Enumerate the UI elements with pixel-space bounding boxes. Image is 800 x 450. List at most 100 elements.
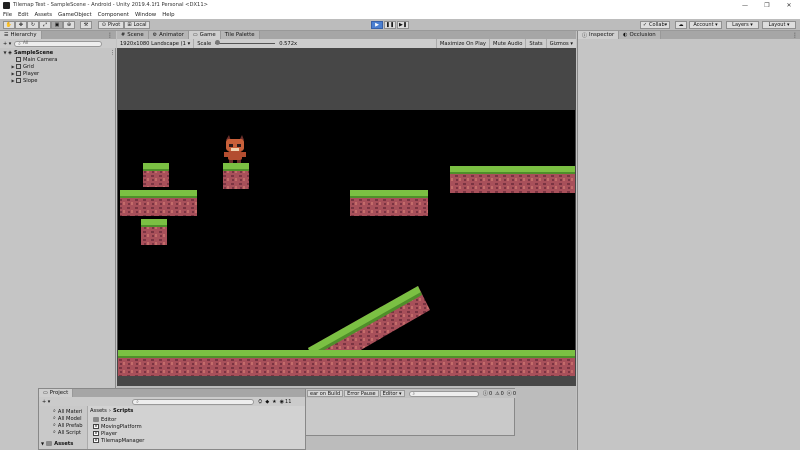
close-button[interactable]: ✕	[778, 0, 800, 10]
breadcrumb: Assets › Scripts	[90, 407, 133, 414]
tab-hierarchy[interactable]: ☰ Hierarchy	[0, 31, 42, 39]
log-info-icon[interactable]: ⓘ	[483, 390, 488, 397]
hierarchy-item-main-camera[interactable]: Main Camera	[16, 56, 57, 63]
hierarchy-search-input[interactable]: ⌕ All	[14, 40, 103, 47]
favorite-item[interactable]: ⌕ All Materi	[53, 408, 82, 415]
transform-tool-button[interactable]: ⊕	[63, 21, 75, 29]
occlusion-icon: ◐	[623, 32, 628, 38]
search-icon: ⌕	[136, 399, 139, 405]
menu-edit[interactable]: Edit	[18, 12, 28, 18]
tab-inspector[interactable]: ⓘ Inspector	[578, 31, 620, 39]
local-toggle[interactable]: ⊞ Local	[124, 21, 150, 29]
menu-file[interactable]: File	[3, 12, 12, 18]
menu-gameobject[interactable]: GameObject	[58, 12, 92, 18]
hierarchy-tab-label: Hierarchy	[10, 32, 37, 38]
rotate-icon: ↻	[30, 22, 36, 28]
game-screen[interactable]	[118, 110, 575, 376]
filter-label-icon[interactable]: ◆	[265, 399, 269, 405]
hierarchy-item-grid[interactable]: ▶ Grid	[11, 63, 33, 70]
tab-project[interactable]: ▭ Project	[39, 389, 74, 397]
favorite-item[interactable]: ⌕ All Model	[53, 415, 82, 422]
rect-tool-button[interactable]: ▣	[51, 21, 63, 29]
project-file-item[interactable]: # Player	[93, 430, 117, 437]
account-dropdown[interactable]: Account ▾	[689, 21, 722, 29]
panel-menu-icon[interactable]: ⋮	[107, 32, 113, 39]
project-file-item[interactable]: Editor	[93, 416, 116, 423]
project-content-area: Assets › Scripts Editor # MovingPlatform …	[87, 406, 305, 449]
scale-control[interactable]: Scale 0.572x	[194, 39, 300, 48]
step-button[interactable]: ▶❚	[397, 21, 409, 29]
editor-dropdown[interactable]: Editor ▾	[379, 390, 405, 397]
tab-scene[interactable]: # Scene	[117, 31, 149, 39]
search-icon: ⌕	[53, 422, 56, 428]
favorite-label: All Script	[57, 429, 82, 436]
cloud-button[interactable]: ☁	[675, 21, 687, 29]
collab-dropdown[interactable]: ✓ Collab ▾	[640, 21, 670, 29]
scene-menu-icon[interactable]: ⋮	[110, 50, 115, 56]
console-search-input[interactable]: ⌕	[408, 390, 479, 397]
move-tool-button[interactable]: ✥	[15, 21, 27, 29]
tab-occlusion[interactable]: ◐ Occlusion	[619, 31, 661, 39]
panel-menu-icon[interactable]: ⋮	[792, 32, 798, 39]
project-create-dropdown[interactable]: + ▾	[42, 399, 50, 405]
layers-dropdown[interactable]: Layers ▾	[726, 21, 759, 29]
assets-root-row[interactable]: ▼ Assets	[41, 440, 73, 447]
warning-count: 0	[500, 390, 504, 397]
tab-tile-palette[interactable]: Tile Palette	[220, 31, 260, 39]
create-dropdown[interactable]: + ▾	[3, 41, 11, 47]
maximize-button[interactable]: ❐	[756, 0, 778, 10]
hierarchy-header: ☰ Hierarchy ⋮	[0, 31, 116, 39]
custom-tool-button[interactable]: ⚒	[80, 21, 92, 29]
favorite-item[interactable]: ⌕ All Prefab	[53, 422, 83, 429]
favorite-item[interactable]: ⌕ All Script	[53, 429, 81, 436]
game-scene-render	[118, 135, 575, 376]
gameobject-cube-icon	[16, 78, 21, 83]
layout-dropdown[interactable]: Layout ▾	[762, 21, 796, 29]
hand-tool-button[interactable]: ✋	[3, 21, 15, 29]
stats-toggle[interactable]: Stats	[526, 39, 547, 48]
resolution-dropdown[interactable]: 1920x1080 Landscape (1 ▾	[117, 39, 195, 48]
game-viewport[interactable]	[117, 48, 576, 386]
minimize-button[interactable]: —	[734, 0, 756, 10]
animator-icon: ⚙	[152, 32, 158, 38]
tab-game[interactable]: ▭ Game	[188, 31, 221, 39]
tab-animator[interactable]: ⚙ Animator	[148, 31, 189, 39]
filter-type-icon[interactable]: ⛭	[258, 399, 262, 405]
menu-window[interactable]: Window	[135, 12, 156, 18]
project-file-item[interactable]: # MovingPlatform	[93, 423, 142, 430]
scale-slider[interactable]	[215, 40, 276, 45]
clear-on-build-toggle[interactable]: ear on Build	[307, 390, 344, 397]
favorite-star-icon[interactable]: ★	[272, 399, 276, 405]
maximize-on-play-toggle[interactable]: Maximize On Play	[435, 39, 490, 48]
breadcrumb-scripts[interactable]: Scripts	[113, 408, 133, 414]
wrench-icon: ⚒	[83, 22, 89, 28]
favorite-label: All Materi	[57, 408, 83, 415]
pause-button[interactable]: ❚❚	[384, 21, 396, 29]
scale-slider-thumb[interactable]	[215, 40, 221, 45]
collab-label: Collab	[649, 22, 665, 28]
occlusion-tab-label: Occlusion	[629, 32, 656, 38]
folder-icon	[93, 417, 99, 422]
hierarchy-item-slope[interactable]: ▶ Slope	[11, 77, 37, 84]
menu-assets[interactable]: Assets	[34, 12, 52, 18]
rotate-tool-button[interactable]: ↻	[27, 21, 39, 29]
mute-audio-toggle[interactable]: Mute Audio	[490, 39, 527, 48]
scene-name: SampleScene	[14, 49, 54, 56]
expand-arrow-icon[interactable]: ▼	[41, 441, 44, 446]
play-button[interactable]: ▶	[371, 21, 383, 29]
gizmos-dropdown[interactable]: Gizmos ▾	[547, 39, 576, 48]
hidden-packages-icon[interactable]: ◉	[280, 399, 284, 405]
menu-component[interactable]: Component	[98, 12, 129, 18]
hierarchy-item-player[interactable]: ▶ Player	[11, 70, 39, 77]
log-error-icon[interactable]: ⓧ	[507, 390, 512, 397]
pivot-toggle[interactable]: ⊙ Pivot	[98, 21, 124, 29]
hierarchy-scene-row[interactable]: ▼ ◈ SampleScene ⋮	[2, 49, 115, 56]
breadcrumb-separator-icon: ›	[108, 407, 111, 414]
project-search-input[interactable]: ⌕	[132, 398, 255, 405]
project-file-item[interactable]: # TilemapManager	[93, 437, 144, 444]
menu-help[interactable]: Help	[162, 12, 174, 18]
error-pause-toggle[interactable]: Error Pause	[344, 390, 379, 397]
log-warning-icon[interactable]: ⚠	[495, 391, 499, 397]
breadcrumb-assets[interactable]: Assets	[90, 408, 107, 414]
scale-tool-button[interactable]: ⤢	[39, 21, 51, 29]
